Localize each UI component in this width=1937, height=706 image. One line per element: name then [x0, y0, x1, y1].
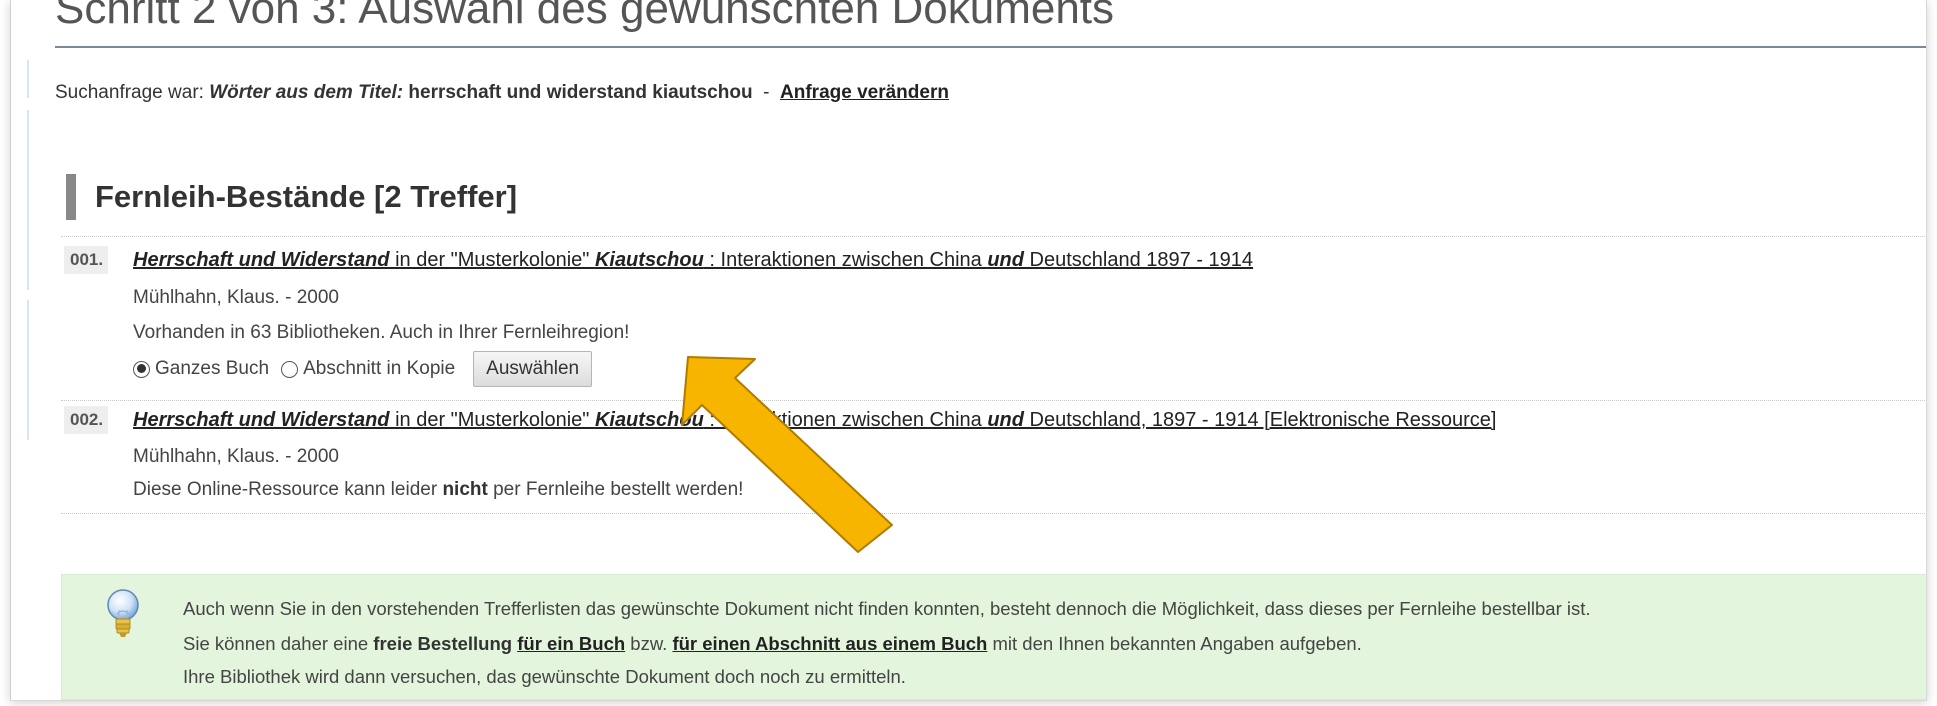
left-accent-low	[27, 300, 29, 440]
title-text: : Interaktionen zwischen China	[703, 249, 988, 271]
title-text: Deutschland, 1897 - 1914 [Elektronische …	[1024, 409, 1497, 431]
info-emphasis: freie Bestellung	[373, 633, 513, 654]
info-text-line3: Ihre Bibliothek wird dann versuchen, das…	[183, 666, 906, 687]
info-text: bzw.	[625, 633, 673, 654]
section-marker	[66, 174, 76, 220]
title-divider	[55, 46, 1926, 48]
title-text: : Interaktionen zwischen China	[703, 409, 988, 431]
title-emphasis: Kiautschou	[594, 249, 704, 271]
result-number: 002.	[64, 406, 108, 434]
info-text-line2: Sie können daher eine freie Bestellung f…	[183, 633, 1362, 655]
left-accent-top	[27, 60, 29, 98]
result-separator	[61, 513, 1926, 514]
title-emphasis: Kiautschou	[594, 409, 704, 431]
page-frame: Schritt 2 von 3: Auswahl des gewünschten…	[10, 0, 1927, 701]
radio-section-copy[interactable]	[281, 360, 299, 378]
result-availability: Diese Online-Ressource kann leider nicht…	[133, 479, 743, 501]
free-order-section-link[interactable]: für einen Abschnitt aus einem Buch	[672, 633, 987, 654]
availability-text: per Fernleihe bestellt werden!	[487, 479, 744, 500]
result-title-link[interactable]: Herrschaft und Widerstand in der "Muster…	[133, 249, 1253, 272]
change-query-link[interactable]: Anfrage verändern	[780, 82, 949, 103]
radio-section-copy-label[interactable]: Abschnitt in Kopie	[303, 358, 455, 380]
radio-whole-book-label[interactable]: Ganzes Buch	[155, 358, 269, 380]
result-separator	[61, 236, 1926, 237]
title-text: in der "Musterkolonie"	[389, 409, 595, 431]
title-text: in der "Musterkolonie"	[389, 249, 595, 271]
result-author-year: Mühlhahn, Klaus. - 2000	[133, 287, 339, 308]
result-author-year: Mühlhahn, Klaus. - 2000	[133, 446, 339, 467]
select-button[interactable]: Auswählen	[473, 351, 593, 387]
title-emphasis: und	[987, 409, 1024, 431]
title-emphasis: Herrschaft und Widerstand	[133, 409, 390, 431]
query-field-label: Wörter aus dem Titel:	[209, 82, 404, 103]
lightbulb-icon	[107, 589, 139, 637]
result-separator	[61, 400, 1926, 401]
query-terms: herrschaft und widerstand kiautschou	[408, 82, 753, 103]
availability-emphasis: nicht	[442, 479, 488, 500]
title-text: Deutschland 1897 - 1914	[1024, 249, 1254, 271]
info-text: Sie können daher eine	[183, 633, 374, 654]
query-separator: -	[763, 82, 770, 103]
result-title-link[interactable]: Herrschaft und Widerstand in der "Muster…	[133, 409, 1497, 432]
result-availability: Vorhanden in 63 Bibliotheken. Auch in Ih…	[133, 322, 630, 343]
info-text: mit den Ihnen bekannten Angaben aufgeben…	[987, 633, 1362, 654]
radio-whole-book[interactable]	[133, 360, 150, 378]
title-emphasis: und	[987, 249, 1024, 271]
result-number: 001.	[64, 246, 108, 274]
step-title: Schritt 2 von 3: Auswahl des gewünschten…	[55, 0, 1115, 33]
query-prefix: Suchanfrage war:	[55, 82, 204, 103]
info-text-line1: Auch wenn Sie in den vorstehenden Treffe…	[183, 598, 1591, 619]
left-accent-mid	[27, 110, 29, 290]
order-type-options: Ganzes Buch Abschnitt in Kopie Auswählen	[133, 350, 593, 388]
availability-text: Diese Online-Ressource kann leider	[133, 479, 443, 500]
section-title: Fernleih-Bestände [2 Treffer]	[95, 179, 518, 214]
free-order-book-link[interactable]: für ein Buch	[517, 633, 625, 654]
title-emphasis: Herrschaft und Widerstand	[133, 249, 390, 271]
search-query-line: Suchanfrage war: Wörter aus dem Titel: h…	[55, 82, 949, 104]
